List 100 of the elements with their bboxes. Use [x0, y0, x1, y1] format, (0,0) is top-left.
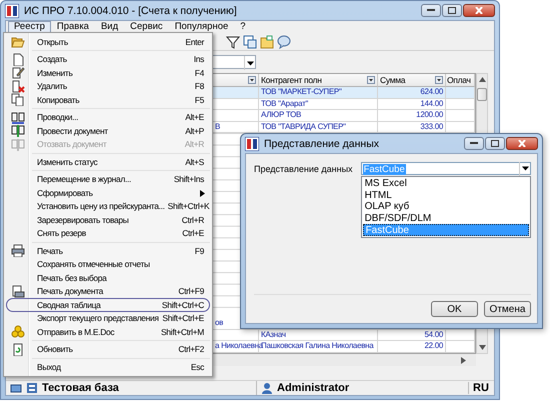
menu-item[interactable]: Сохранять отмеченные отчеты	[6, 258, 210, 271]
menu-item[interactable]: Печать F9	[6, 244, 210, 258]
close-button[interactable]	[463, 4, 495, 17]
dropdown-arrow-icon	[522, 166, 528, 171]
menu-bar-item[interactable]: Сервис	[124, 21, 169, 33]
language-indicator: RU	[468, 382, 489, 394]
table-cell: 22.00	[378, 341, 446, 353]
dropdown-arrow-icon	[246, 60, 254, 66]
folder-icon	[11, 35, 25, 48]
ledger-icon	[11, 138, 25, 151]
down-arrow-icon[interactable]	[478, 345, 486, 350]
menu-item[interactable]: Перемещение в журнал... Shift+Ins	[6, 172, 210, 186]
menu-item[interactable]: Изменить статус Alt+S	[6, 155, 210, 168]
menu-item[interactable]: Снять резерв Ctrl+E	[6, 226, 210, 240]
menu-item[interactable]: Установить цену из прейскуранта... Shift+Ctrl+K	[6, 200, 210, 213]
maximize-button[interactable]	[485, 137, 505, 150]
database-name: Тестовая база	[42, 382, 120, 394]
field-label: Представление данных	[254, 164, 353, 174]
shortcut: F4	[194, 68, 204, 78]
print-document-icon	[11, 284, 25, 298]
folder-icon[interactable]	[260, 35, 274, 49]
right-arrow-icon[interactable]	[461, 356, 466, 364]
minimize-button[interactable]	[464, 137, 484, 150]
computer-icon	[10, 382, 22, 394]
dropdown-icon[interactable]	[248, 76, 256, 84]
dropdown-icon[interactable]	[367, 76, 375, 84]
maximize-icon	[448, 7, 456, 14]
dropdown-option[interactable]: DBF/SDF/DLM	[362, 212, 529, 224]
table-cell: 144.00	[378, 98, 446, 110]
windows-icon[interactable]	[243, 35, 257, 49]
menu-bar-item[interactable]: Правка	[50, 21, 95, 33]
dropdown-option[interactable]: MS Excel	[362, 178, 529, 190]
maximize-icon	[491, 140, 499, 147]
menu-item[interactable]: Копировать F5	[6, 93, 210, 106]
shortcut: Ins	[194, 54, 204, 64]
shortcut: Alt+S	[185, 156, 204, 167]
close-icon	[475, 7, 483, 14]
copy-icon	[11, 93, 25, 106]
table-cell: ТОВ "Арарат"	[259, 98, 378, 110]
database-icon	[26, 382, 38, 394]
menu-item[interactable]: Сформировать	[6, 186, 210, 200]
shortcut: Ctrl+R	[182, 214, 204, 225]
minimize-button[interactable]	[421, 4, 441, 17]
shortcut: F5	[194, 94, 204, 105]
dropdown-option[interactable]: HTML	[362, 190, 529, 201]
document-icon	[11, 52, 25, 66]
shortcut: Alt+E	[185, 112, 204, 122]
shortcut: F8	[194, 81, 204, 92]
menu-item[interactable]: Обновить Ctrl+F2	[6, 342, 210, 356]
menu-item[interactable]: Зарезервировать товары Ctrl+R	[6, 213, 210, 226]
shortcut: Alt+R	[184, 139, 204, 150]
shortcut: Shift+Ctrl+C	[162, 300, 204, 310]
app-icon	[5, 4, 19, 18]
up-arrow-icon[interactable]	[478, 77, 486, 82]
ledger-icon	[11, 110, 25, 124]
shortcut: Enter	[185, 36, 204, 47]
close-button[interactable]	[506, 137, 538, 150]
menu-item[interactable]: Изменить F4	[6, 66, 210, 80]
menu-item[interactable]: Проводки... Alt+E	[6, 110, 210, 124]
dialog-title: Представление данных	[264, 138, 380, 150]
shortcut: F9	[194, 246, 204, 256]
menu-item[interactable]: Создать Ins	[6, 52, 210, 66]
cancel-button[interactable]: Отмена	[484, 301, 531, 317]
minimize-icon	[470, 142, 478, 145]
close-icon	[518, 140, 526, 147]
menu-item[interactable]: Сводная таблица Shift+Ctrl+C	[6, 298, 210, 312]
shortcut: Shift+Ins	[174, 174, 204, 184]
maximize-button[interactable]	[442, 4, 462, 17]
menu-bar-item[interactable]: Популярное	[168, 21, 234, 33]
window-title: ИС ПРО 7.10.004.010 - [Счета к получению]	[24, 4, 238, 16]
shortcut: Shift+Ctrl+K	[168, 201, 210, 212]
ok-button[interactable]: OK	[431, 301, 478, 317]
shortcut: Esc	[190, 362, 204, 372]
shortcut: Alt+P	[185, 126, 204, 136]
menu-item[interactable]: Выход Esc	[6, 360, 210, 374]
menu-item[interactable]: Печать без выбора	[6, 271, 210, 284]
user-name: Administrator	[277, 382, 350, 394]
shortcut: Ctrl+F2	[178, 344, 204, 354]
menu-bar-item[interactable]: Вид	[94, 21, 124, 33]
app-icon	[245, 136, 259, 150]
printer-icon	[11, 244, 25, 258]
coins-icon	[11, 325, 25, 338]
menu-item[interactable]: Удалить F8	[6, 80, 210, 93]
speech-bubble-icon[interactable]	[277, 35, 291, 49]
scroll-thumb[interactable]	[477, 88, 487, 101]
column-title: Оплач	[447, 75, 472, 85]
shortcut: Ctrl+F9	[178, 286, 204, 296]
menu-item[interactable]: Открыть Enter	[6, 35, 210, 48]
table-cell: АЛЮР ТОВ	[259, 110, 378, 122]
delete-icon	[11, 80, 25, 93]
table-cell: 1200.00	[378, 110, 446, 122]
dropdown-option[interactable]: OLAP куб	[362, 201, 529, 212]
menu-item[interactable]: Печать документа Ctrl+F9	[6, 284, 210, 298]
menu-bar-item[interactable]: ?	[234, 21, 252, 33]
menu-bar-item[interactable]: Реестр	[8, 21, 51, 33]
column-title: Сумма	[380, 75, 406, 85]
dropdown-icon[interactable]	[435, 76, 443, 84]
column-title: Контрагент полн	[261, 75, 323, 85]
table-cell: 624.00	[378, 87, 446, 99]
ledger-icon	[11, 124, 25, 138]
